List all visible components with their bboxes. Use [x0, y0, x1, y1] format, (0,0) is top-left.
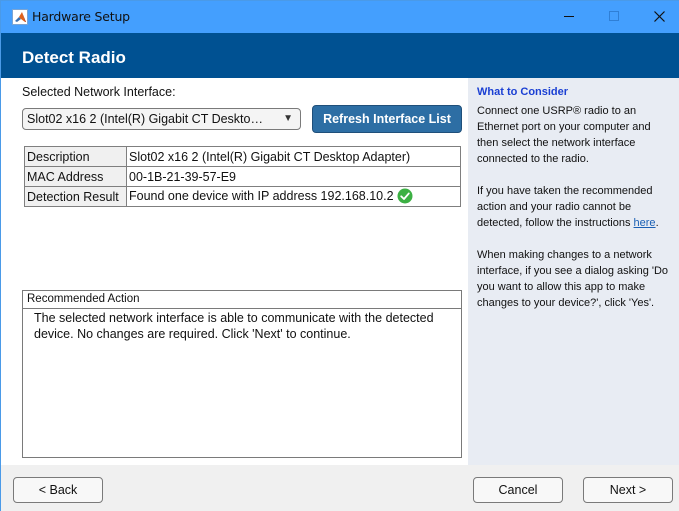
next-button[interactable]: Next >	[583, 477, 673, 503]
recommended-action-text: The selected network interface is able t…	[34, 311, 434, 341]
what-to-consider-body: Connect one USRP® radio to an Ethernet p…	[477, 103, 675, 327]
table-row: MAC Address 00-1B-21-39-57-E9	[24, 166, 461, 187]
description-value: Slot02 x16 2 (Intel(R) Gigabit CT Deskto…	[126, 146, 461, 167]
close-button[interactable]	[637, 1, 679, 33]
refresh-interface-list-button[interactable]: Refresh Interface List	[312, 105, 462, 133]
cancel-button[interactable]: Cancel	[473, 477, 563, 503]
consider-paragraph-text: If you have taken the recommended action…	[477, 185, 653, 229]
dropdown-selected-value: Slot02 x16 2 (Intel(R) Gigabit CT Deskto…	[27, 112, 263, 126]
detection-result-key: Detection Result	[24, 186, 127, 207]
mac-address-value: 00-1B-21-39-57-E9	[126, 166, 461, 187]
recommended-action-title: Recommended Action	[23, 291, 461, 309]
page-header: Detect Radio	[1, 33, 679, 78]
detection-result-value: Found one device with IP address 192.168…	[129, 189, 394, 204]
what-to-consider-panel: What to Consider Connect one USRP® radio…	[468, 78, 679, 465]
mac-address-key: MAC Address	[24, 166, 127, 187]
back-button[interactable]: < Back	[13, 477, 103, 503]
maximize-icon	[609, 11, 619, 21]
minimize-icon	[564, 16, 574, 17]
consider-paragraph: Connect one USRP® radio to an Ethernet p…	[477, 105, 651, 165]
maximize-button[interactable]	[591, 1, 637, 33]
network-interface-label: Selected Network Interface:	[22, 85, 176, 99]
minimize-button[interactable]	[545, 1, 591, 33]
instructions-link[interactable]: here	[634, 217, 656, 229]
main-panel: Selected Network Interface: Slot02 x16 2…	[1, 78, 468, 465]
description-key: Description	[24, 146, 127, 167]
window-title: Hardware Setup	[32, 9, 130, 24]
footer-bar: < Back Cancel Next >	[1, 465, 679, 511]
table-row: Description Slot02 x16 2 (Intel(R) Gigab…	[24, 146, 461, 167]
check-success-icon	[397, 188, 413, 204]
title-bar[interactable]: Hardware Setup	[1, 1, 679, 33]
consider-paragraph: When making changes to a network interfa…	[477, 249, 669, 309]
link-suffix: .	[655, 217, 659, 229]
table-row: Detection Result Found one device with I…	[24, 186, 461, 207]
close-icon	[654, 11, 665, 22]
what-to-consider-title: What to Consider	[477, 86, 569, 98]
detection-result-cell: Found one device with IP address 192.168…	[126, 186, 461, 207]
page-title: Detect Radio	[22, 48, 126, 67]
recommended-action-panel: Recommended Action The selected network …	[22, 290, 462, 458]
hardware-setup-window: Hardware Setup Detect Radio Selected Net…	[0, 0, 679, 511]
consider-paragraph: If you have taken the recommended action…	[477, 183, 675, 231]
dropdown-arrow-icon: ▼	[283, 113, 293, 124]
matlab-logo-icon	[12, 9, 28, 25]
interface-info-table: Description Slot02 x16 2 (Intel(R) Gigab…	[24, 146, 461, 207]
network-interface-dropdown[interactable]: Slot02 x16 2 (Intel(R) Gigabit CT Deskto…	[22, 108, 301, 130]
